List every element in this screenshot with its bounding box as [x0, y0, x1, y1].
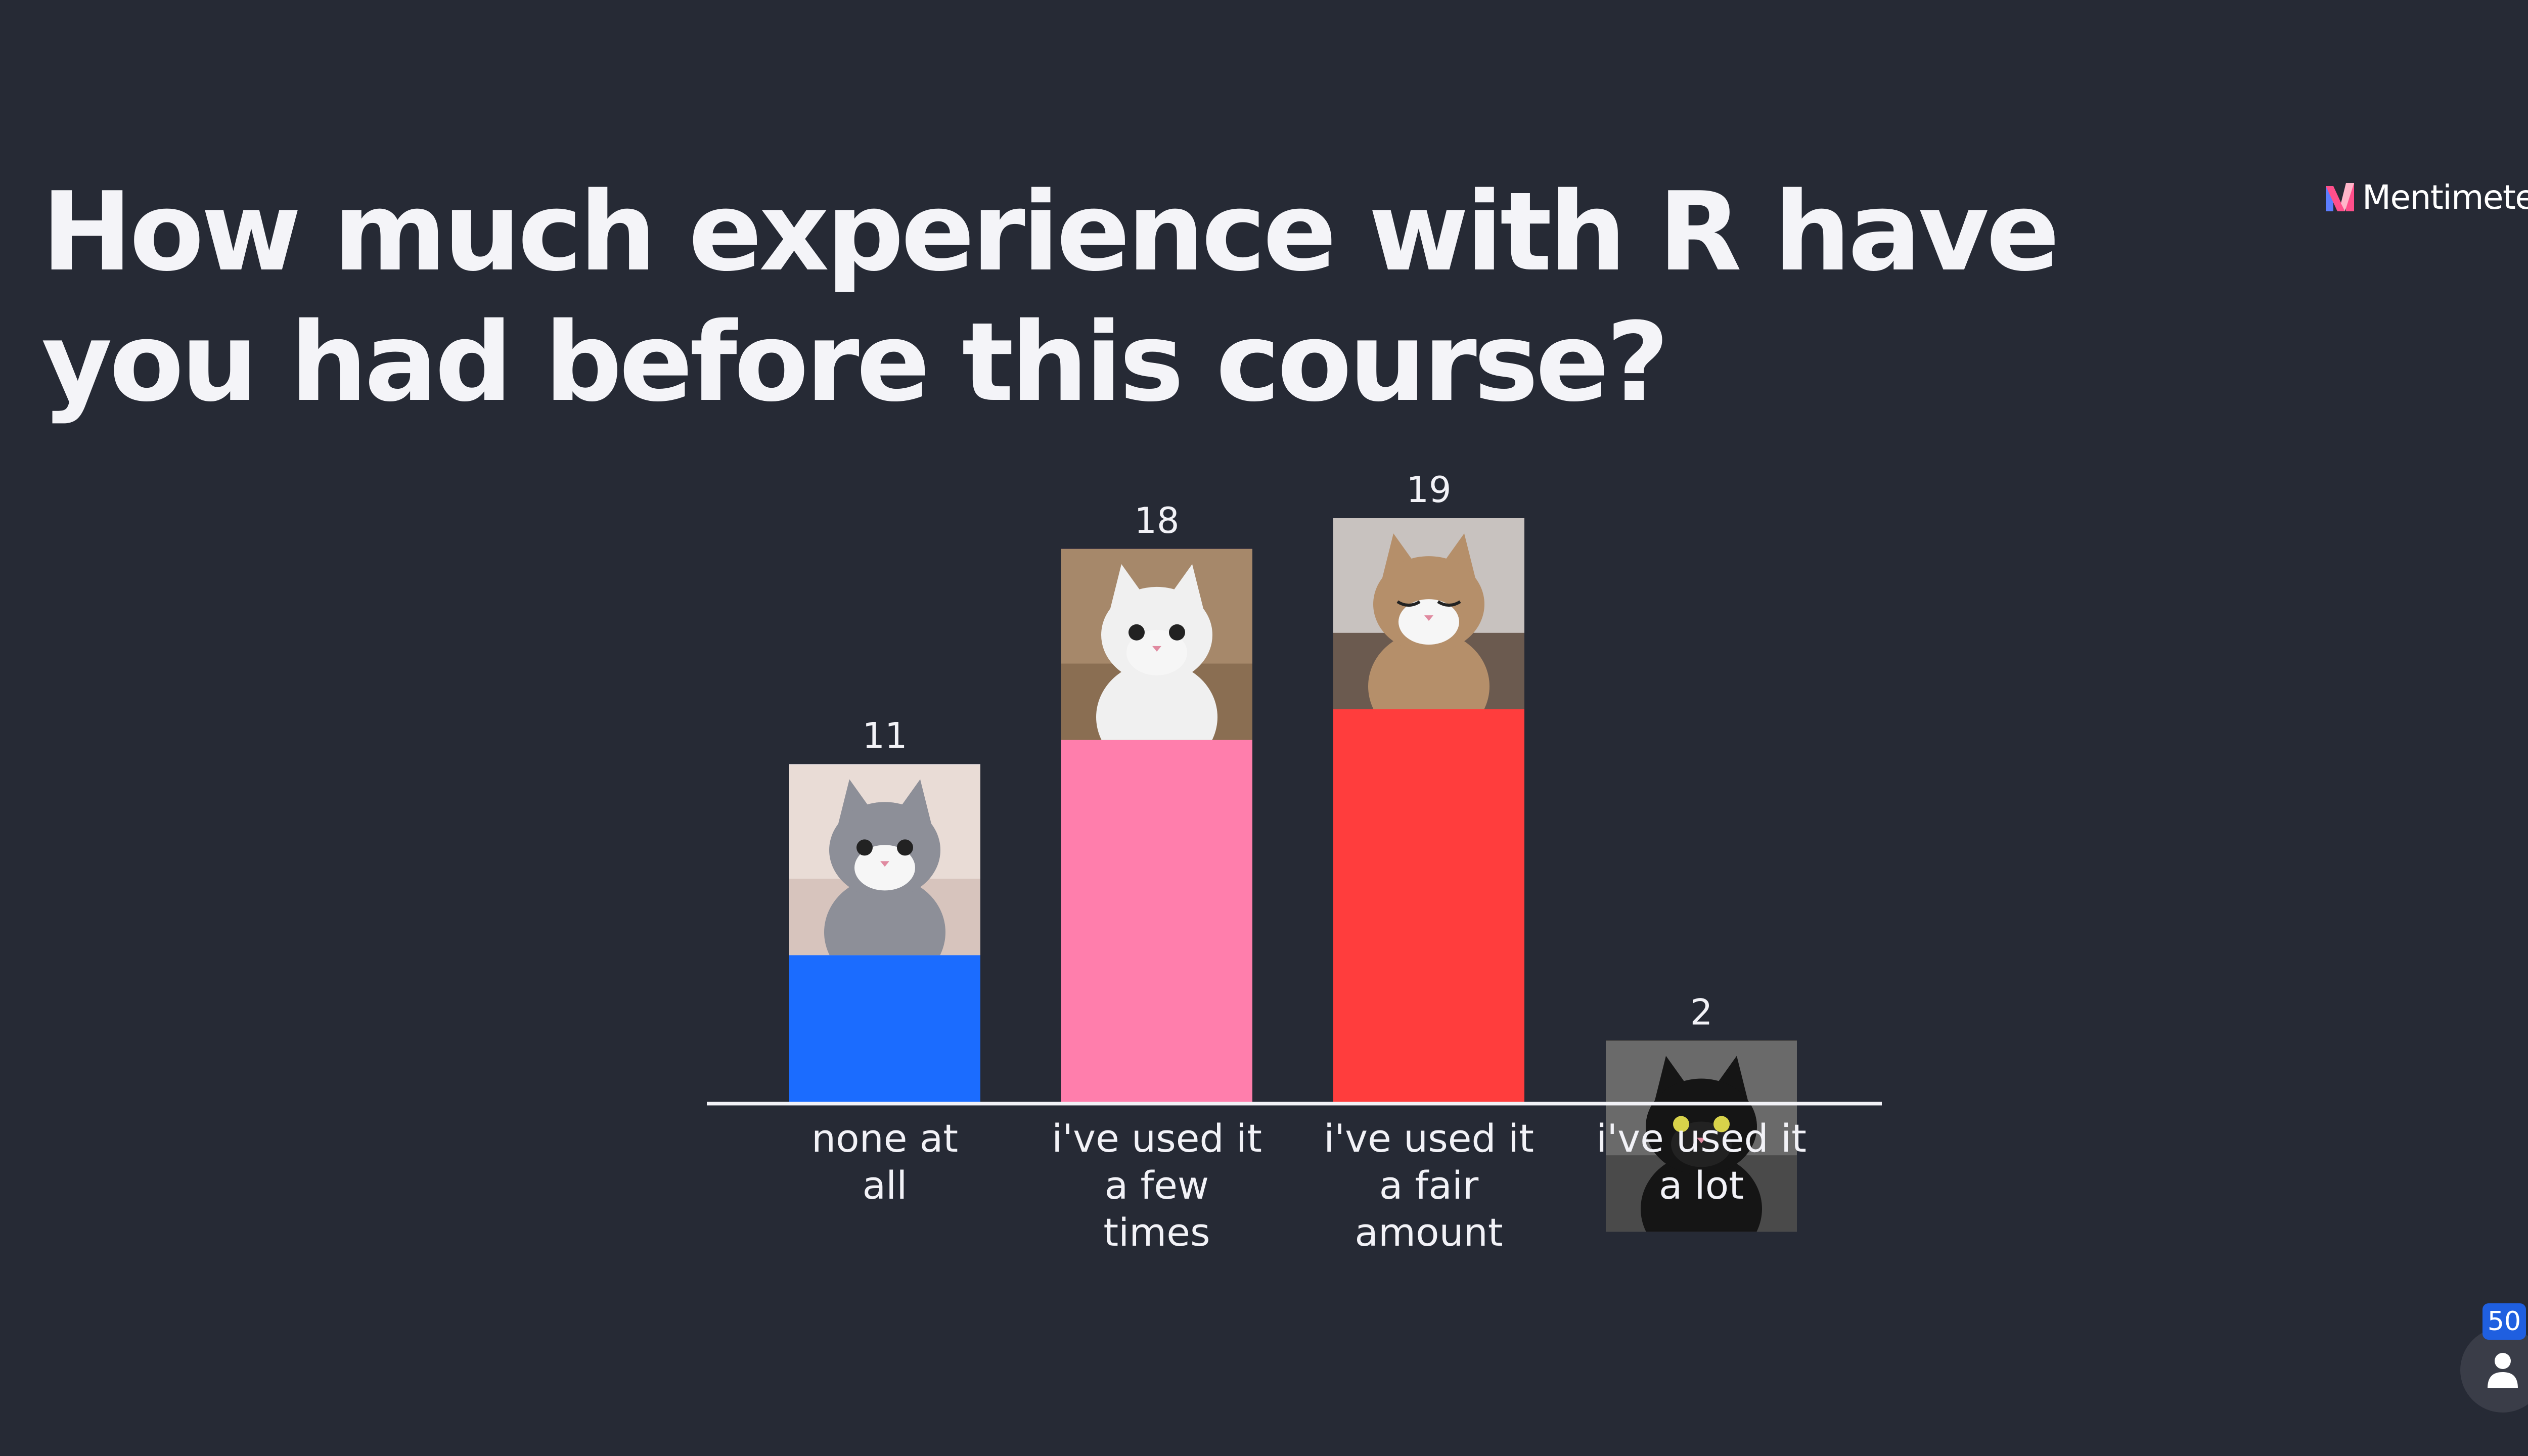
cat-photo	[1333, 518, 1524, 709]
data-label: 19	[1406, 469, 1451, 511]
bar-group: 2 i've used it a lot	[1596, 991, 1807, 1232]
category-label-line: a lot	[1659, 1163, 1744, 1208]
category-label: none at all	[811, 1116, 958, 1208]
category-label-line: times	[1103, 1210, 1210, 1255]
cat-photo	[1061, 549, 1252, 740]
bar-group: 11 none at all	[789, 715, 980, 1208]
category-label-line: i've used it	[1596, 1116, 1807, 1161]
category-label: i've used it a few times	[1052, 1116, 1262, 1255]
data-label: 11	[862, 715, 907, 756]
category-label-line: a fair	[1379, 1163, 1479, 1208]
person-icon	[2488, 1353, 2518, 1388]
data-label: 2	[1690, 991, 1713, 1033]
category-label-line: none at	[811, 1116, 958, 1161]
category-label: i've used it a fair amount	[1324, 1116, 1534, 1255]
cat-photo	[789, 764, 980, 956]
bar-group: 18 i've used it a few times	[1052, 500, 1262, 1255]
category-label-line: all	[863, 1163, 908, 1208]
bar-group: 19 i've used it a fair amount	[1324, 469, 1534, 1255]
data-label: 18	[1134, 500, 1179, 541]
category-label-line: i've used it	[1052, 1116, 1262, 1161]
category-label-line: amount	[1355, 1210, 1503, 1255]
bar-chart: 11none at all18i've used it a few times19i'…	[707, 469, 1882, 1255]
category-label-line: i've used it	[1324, 1116, 1534, 1161]
participant-count-badge: 50	[2482, 1303, 2526, 1340]
category-label-line: a few	[1105, 1163, 1209, 1208]
